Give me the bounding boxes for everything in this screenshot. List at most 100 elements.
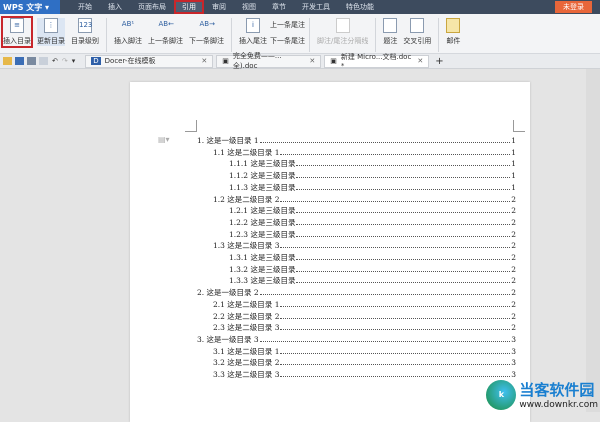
dropdown-icon[interactable]: ▾ (72, 57, 76, 65)
label: 插入脚注 (114, 37, 142, 45)
insert-endnote-button[interactable]: i 插入尾注 (239, 18, 267, 46)
toc-entry[interactable]: 1.2.1 这是三级目录 2 (229, 205, 516, 216)
document-page[interactable]: ▤▾ 1. 这是一级目录 1 1 1.1 这是二级目录 1 1 1.1.1 这是三级目录… (130, 82, 530, 422)
toc-entry[interactable]: 1.3.1 这是三级目录 2 (229, 252, 516, 263)
watermark: k 当客软件园 www.downkr.com (486, 379, 598, 410)
toc-page-number: 2 (511, 217, 516, 227)
vertical-scrollbar[interactable] (586, 69, 600, 412)
toc-page-number: 1 (511, 171, 516, 181)
ribbon: ≡ 插入目录 ⋮ 更新目录 123 目录级别 AB¹ 插入脚注 AB← 上一条脚注 AB→… (0, 14, 600, 54)
toc-entry[interactable]: 1.1.2 这是三级目录 1 (229, 170, 516, 181)
login-button[interactable]: 未登录 (555, 1, 592, 13)
divider (438, 18, 440, 52)
prev-endnote-button[interactable]: 上一条尾注 (270, 20, 305, 30)
toc-entry-text: 3.3 这是二级目录 3 (213, 370, 280, 379)
update-toc-button[interactable]: ⋮ 更新目录 (37, 18, 65, 46)
toc-entry[interactable]: 3. 这是一级目录 3 3 (197, 334, 516, 345)
open-icon[interactable] (3, 57, 12, 65)
cross-reference-button[interactable]: 交叉引用 (403, 18, 431, 46)
prev-footnote-button[interactable]: AB← 上一条脚注 (148, 18, 183, 46)
preview-icon[interactable] (39, 57, 48, 65)
toc-entry[interactable]: 1.2.2 这是三级目录 2 (229, 217, 516, 228)
toc-entry[interactable]: 2.2 这是二级目录 2 2 (213, 311, 516, 322)
close-icon[interactable]: ✕ (201, 57, 207, 65)
menu-features[interactable]: 特色功能 (338, 0, 382, 14)
menu-home[interactable]: 开始 (70, 0, 100, 14)
toc-entry[interactable]: 2.3 这是二级目录 3 2 (213, 322, 516, 333)
toc-page-number: 2 (511, 206, 516, 216)
title-bar: WPS 文字 ▾ 开始 插入 页面布局 引用 审阅 视图 章节 开发工具 特色功… (0, 0, 600, 14)
menu-view[interactable]: 视图 (234, 0, 264, 14)
toc-entry[interactable]: 2.1 这是二级目录 1 2 (213, 299, 516, 310)
divider (309, 18, 310, 52)
menu-references[interactable]: 引用 (174, 0, 204, 14)
toc-entry-text: 1.2.1 这是三级目录 (229, 206, 296, 216)
dot-leader (296, 182, 511, 190)
menu-section[interactable]: 章节 (264, 0, 294, 14)
tab-new-document[interactable]: ▣ 新建 Micro...文档.doc * ✕ (324, 53, 430, 70)
doc-icon: ▣ (330, 57, 337, 65)
toc-page-number: 2 (511, 299, 516, 309)
toc-entry-text: 1.2 这是二级目录 2 (213, 194, 280, 204)
note-separator-button[interactable]: 脚注/尾注分隔线 (317, 18, 368, 46)
next-footnote-button[interactable]: AB→ 下一条脚注 (189, 18, 224, 46)
endnote-icon: i (246, 18, 260, 33)
toc-entry-text: 1.3.1 这是三级目录 (229, 253, 296, 262)
mail-icon (446, 18, 461, 33)
toc-entry[interactable]: 1.1.1 这是三级目录 1 (229, 158, 516, 169)
mail-button[interactable]: 邮件 (446, 18, 461, 46)
insert-toc-button[interactable]: ≡ 插入目录 (1, 16, 33, 48)
print-icon[interactable] (27, 57, 36, 65)
menu-developer[interactable]: 开发工具 (294, 0, 338, 14)
menu-insert[interactable]: 插入 (100, 0, 130, 14)
insert-footnote-button[interactable]: AB¹ 插入脚注 (114, 18, 142, 46)
menu-review[interactable]: 审阅 (204, 0, 234, 14)
save-icon[interactable] (15, 57, 24, 65)
next-endnote-button[interactable]: 下一条尾注 (270, 36, 305, 46)
toc-entry[interactable]: 1.3 这是二级目录 3 2 (213, 240, 516, 251)
label: 下一条脚注 (189, 37, 224, 45)
toc-page-number: 3 (511, 334, 516, 344)
tab-label: 完全免费——...全).doc (232, 52, 282, 70)
new-tab-button[interactable]: + (435, 56, 443, 67)
toc-entry[interactable]: 1.1 这是二级目录 1 1 (213, 147, 516, 158)
label: 邮件 (446, 37, 461, 45)
redo-icon[interactable]: ↷ (62, 57, 68, 65)
dot-leader (280, 194, 511, 202)
dot-leader (296, 275, 511, 284)
toc-entry[interactable]: 2. 这是一级目录 2 2 (197, 287, 516, 298)
undo-icon[interactable]: ↶ (52, 57, 58, 65)
tab-document[interactable]: ▣ 完全免费——...全).doc ✕ (216, 52, 322, 70)
document-tabs: ↶ ↷ ▾ D Docer-在线模板 ✕ ▣ 完全免费——...全).doc ✕ ▣ 新建… (0, 52, 600, 70)
toc-page-number: 1 (511, 159, 516, 169)
toc-level-dropdown[interactable]: 123 目录级别 (71, 18, 99, 46)
dot-leader (280, 357, 511, 366)
toc-entry[interactable]: 3.1 这是二级目录 1 3 (213, 346, 516, 357)
toc-entry[interactable]: 1.2.3 这是三级目录 2 (229, 229, 516, 240)
toc-entry[interactable]: 3.2 这是二级目录 2 3 (213, 357, 516, 368)
divider (375, 18, 377, 52)
dot-leader (280, 147, 511, 155)
toc-entry[interactable]: 3.3 这是二级目录 33 (213, 369, 516, 380)
app-menu-button[interactable]: WPS 文字 ▾ (0, 0, 60, 14)
levels-icon: 123 (78, 18, 92, 33)
toc-entry[interactable]: 1.3.2 这是三级目录 2 (229, 264, 516, 275)
caption-button[interactable]: 题注 (383, 18, 398, 46)
toc-page-number: 2 (511, 311, 516, 321)
toc-entry[interactable]: 1.1.3 这是三级目录 1 (229, 182, 516, 193)
caption-icon (383, 18, 398, 33)
toc-entry[interactable]: 1.2 这是二级目录 2 2 (213, 194, 516, 205)
close-icon[interactable]: ✕ (309, 57, 315, 65)
label: 目录级别 (71, 37, 99, 45)
dot-leader (296, 205, 511, 214)
docer-icon: D (91, 57, 101, 65)
toc-entry[interactable]: 1. 这是一级目录 1 1 (197, 135, 516, 146)
dot-leader (280, 299, 511, 307)
toc-page-number: 2 (511, 276, 516, 286)
menu-layout[interactable]: 页面布局 (130, 0, 174, 14)
close-icon[interactable]: ✕ (417, 57, 423, 65)
toc-entry[interactable]: 1.3.3 这是三级目录 2 (229, 275, 516, 286)
tab-docer[interactable]: D Docer-在线模板 ✕ (85, 54, 214, 68)
paste-options-icon[interactable]: ▤▾ (158, 135, 170, 144)
dot-leader (259, 135, 511, 143)
